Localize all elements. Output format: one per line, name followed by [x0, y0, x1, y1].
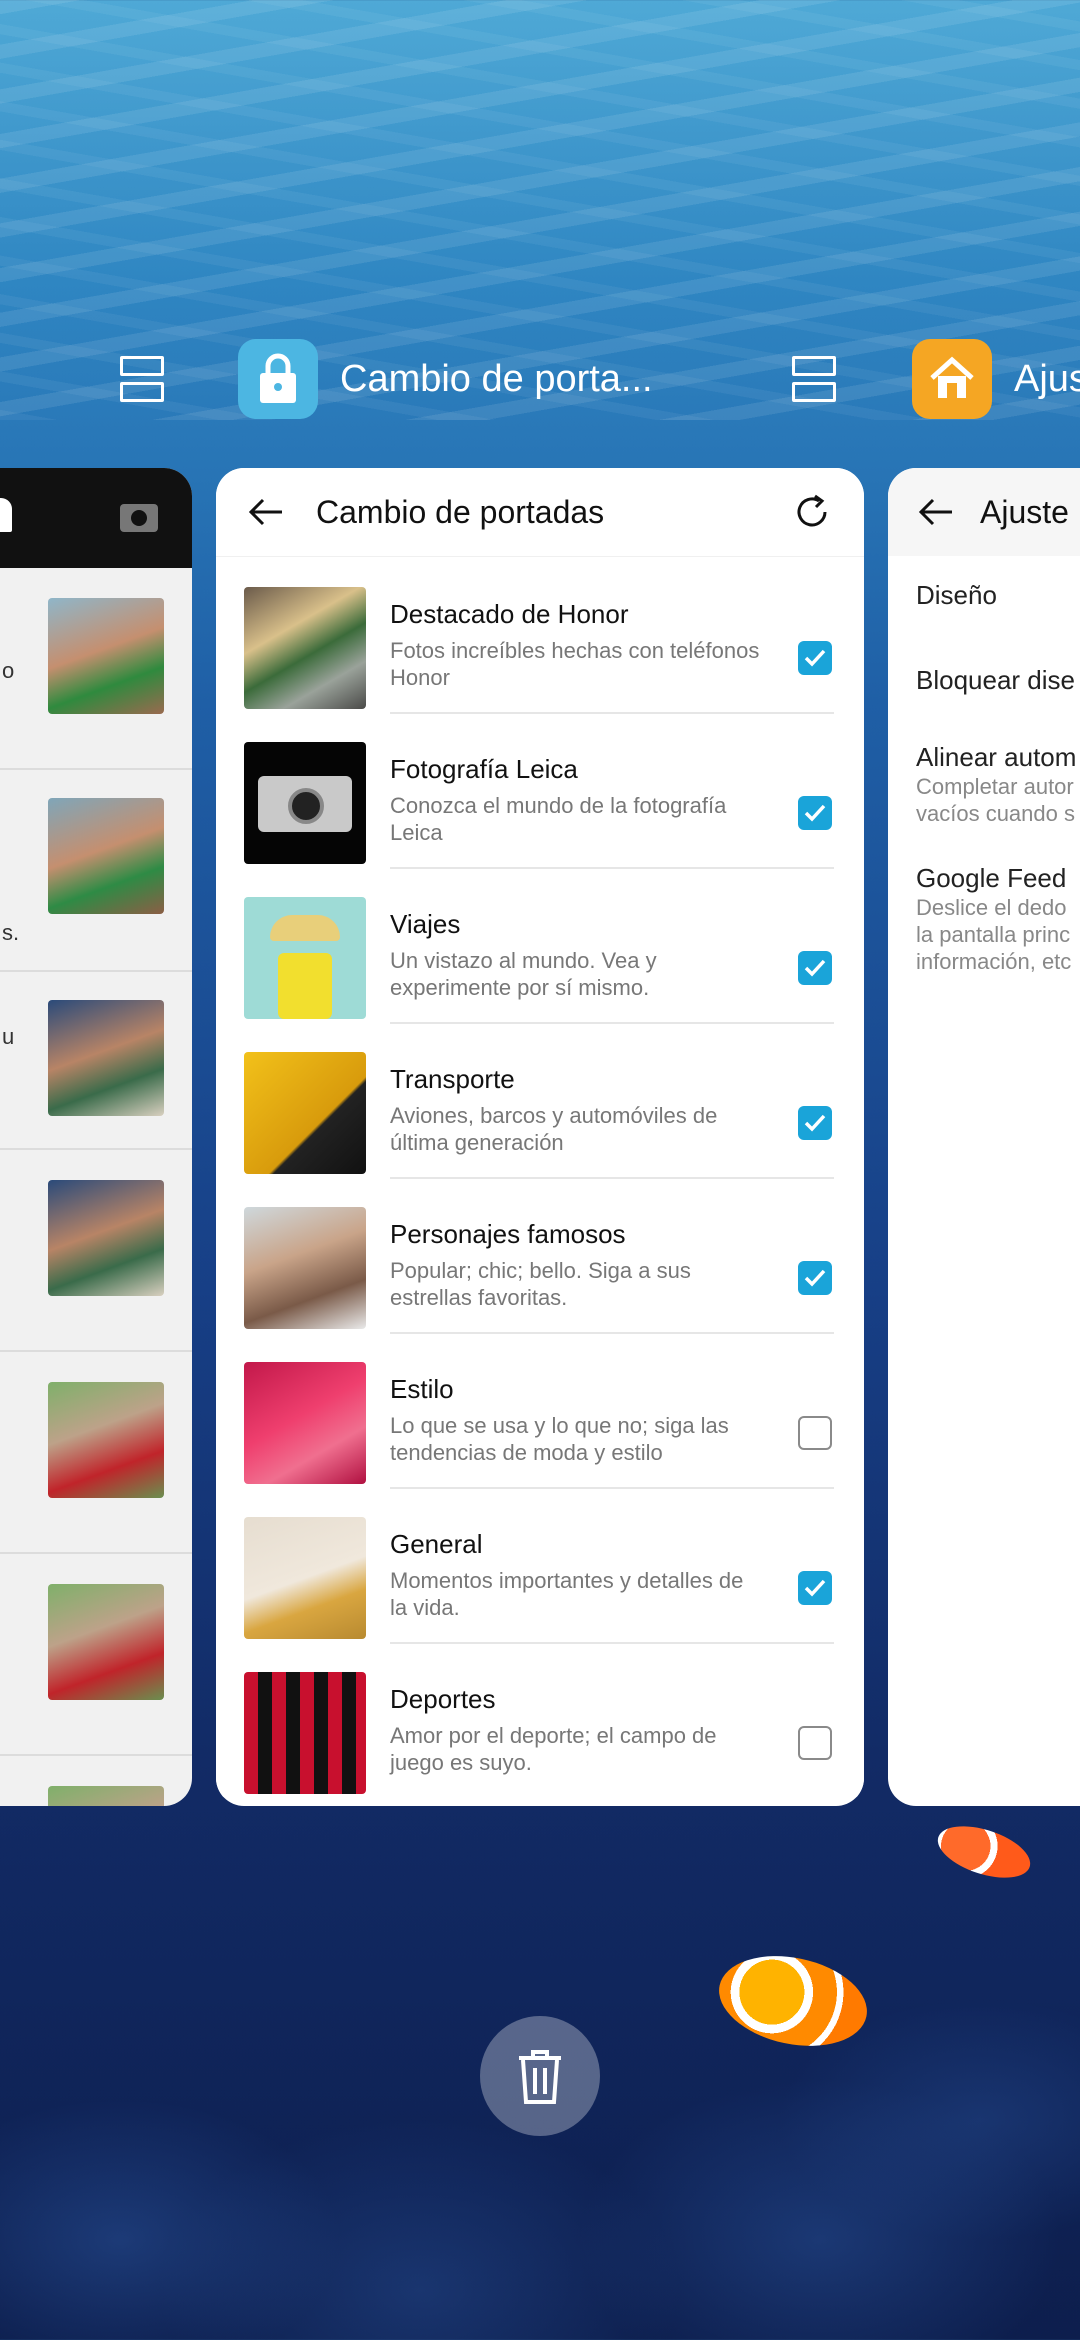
photo-thumbnail[interactable]: [48, 1000, 164, 1116]
app-toolbar: Ajuste: [888, 468, 1080, 556]
trash-icon: [519, 2050, 561, 2104]
arrow-left-icon[interactable]: [918, 497, 954, 527]
category-image: [244, 897, 366, 1019]
category-checkbox[interactable]: [798, 1106, 832, 1140]
category-title: Estilo: [390, 1374, 454, 1404]
category-title: Fotografía Leica: [390, 754, 578, 784]
recent-app-header-main[interactable]: Cambio de porta...: [238, 336, 653, 422]
page-title: Cambio de portadas: [316, 493, 605, 530]
home-icon: [912, 339, 992, 419]
settings-item-title: Google Feed: [916, 863, 1067, 893]
list-item[interactable]: Destacado de Honor Fotos increíbles hech…: [216, 557, 864, 714]
category-description: Momentos importantes y detalles de la vi…: [390, 1568, 744, 1620]
list-item[interactable]: s.: [0, 770, 192, 972]
category-title: General: [390, 1529, 483, 1559]
category-image: [244, 1672, 366, 1794]
category-checkbox[interactable]: [798, 1571, 832, 1605]
recent-app-title: Cambio de porta...: [340, 357, 653, 400]
category-description: Popular; chic; bello. Siga a sus estrell…: [390, 1258, 691, 1310]
left-card-toolbar: [0, 468, 192, 568]
settings-item[interactable]: Bloquear dise: [888, 665, 1080, 696]
category-title: Deportes: [390, 1684, 496, 1714]
settings-item-title: Diseño: [916, 580, 997, 610]
photo-thumbnail[interactable]: [48, 1180, 164, 1296]
category-title: Viajes: [390, 909, 461, 939]
truncated-text: s.: [2, 920, 20, 945]
category-checkbox[interactable]: [798, 796, 832, 830]
category-title: Destacado de Honor: [390, 599, 629, 629]
category-checkbox[interactable]: [798, 1261, 832, 1295]
arrow-left-icon: [248, 498, 282, 526]
settings-item[interactable]: Diseño: [888, 580, 1080, 611]
category-title: Transporte: [390, 1064, 515, 1094]
photo-thumbnail[interactable]: [48, 1786, 164, 1806]
list-item[interactable]: General Momentos importantes y detalles …: [216, 1487, 864, 1644]
photo-thumbnail[interactable]: [48, 598, 164, 714]
photo-thumbnail[interactable]: [48, 1584, 164, 1700]
category-checkbox[interactable]: [798, 1726, 832, 1760]
bell-icon[interactable]: [0, 498, 12, 532]
category-description: Un vistazo al mundo. Vea y experimente p…: [390, 948, 657, 1000]
cover-category-list: Destacado de Honor Fotos increíbles hech…: [216, 557, 864, 1797]
list-item[interactable]: Fotografía Leica Conozca el mundo de la …: [216, 712, 864, 869]
list-item[interactable]: Estilo Lo que se usa y lo que no; siga l…: [216, 1332, 864, 1489]
settings-item-desc: Deslice el dedo la pantalla princ inform…: [916, 895, 1072, 974]
page-title: Ajuste: [980, 493, 1069, 530]
list-item[interactable]: Personajes famosos Popular; chic; bello.…: [216, 1177, 864, 1334]
recent-app-title: Ajus: [1014, 357, 1080, 400]
back-button[interactable]: [246, 492, 286, 532]
category-image: [244, 587, 366, 709]
category-image: [244, 1052, 366, 1174]
list-item[interactable]: o: [0, 568, 192, 770]
refresh-button[interactable]: [790, 490, 834, 534]
list-item[interactable]: Deportes Amor por el deporte; el campo d…: [216, 1642, 864, 1797]
list-item[interactable]: Transporte Aviones, barcos y automóviles…: [216, 1022, 864, 1179]
category-description: Amor por el deporte; el campo de juego e…: [390, 1723, 717, 1775]
recent-card-ajustes[interactable]: Ajuste Diseño Bloquear dise Alinear auto…: [888, 468, 1080, 1806]
settings-item[interactable]: Alinear autom Completar autor vacíos cua…: [888, 742, 1080, 827]
list-item[interactable]: [0, 1554, 192, 1756]
category-image: [244, 1362, 366, 1484]
list-item[interactable]: Viajes Un vistazo al mundo. Vea y experi…: [216, 867, 864, 1024]
category-description: Lo que se usa y lo que no; siga las tend…: [390, 1413, 729, 1465]
category-checkbox[interactable]: [798, 951, 832, 985]
category-description: Aviones, barcos y automóviles de última …: [390, 1103, 718, 1155]
settings-item[interactable]: Google Feed Deslice el dedo la pantalla …: [888, 863, 1080, 975]
split-screen-icon[interactable]: [120, 356, 164, 402]
category-title: Personajes famosos: [390, 1219, 626, 1249]
recent-card-left[interactable]: o s. u: [0, 468, 192, 1806]
photo-thumbnail[interactable]: [48, 798, 164, 914]
list-item[interactable]: [0, 1352, 192, 1554]
list-item[interactable]: [0, 1150, 192, 1352]
truncated-text: u: [2, 1024, 15, 1049]
camera-icon[interactable]: [120, 504, 158, 532]
category-checkbox[interactable]: [798, 641, 832, 675]
category-description: Fotos increíbles hechas con teléfonos Ho…: [390, 638, 760, 690]
category-image: [244, 742, 366, 864]
app-toolbar: Cambio de portadas: [216, 468, 864, 557]
list-item[interactable]: [0, 1756, 192, 1806]
settings-item-title: Alinear autom: [916, 742, 1077, 772]
recent-app-header-right[interactable]: Ajus: [912, 336, 1080, 422]
truncated-text: o: [2, 658, 15, 683]
category-image: [244, 1517, 366, 1639]
lock-icon: [238, 339, 318, 419]
list-item[interactable]: u: [0, 972, 192, 1150]
category-checkbox[interactable]: [798, 1416, 832, 1450]
photo-thumbnail[interactable]: [48, 1382, 164, 1498]
settings-item-title: Bloquear dise: [916, 665, 1075, 695]
refresh-icon: [797, 494, 827, 527]
clear-all-button[interactable]: [480, 2016, 600, 2136]
settings-item-desc: Completar autor vacíos cuando s: [916, 774, 1075, 826]
category-image: [244, 1207, 366, 1329]
split-screen-icon[interactable]: [792, 356, 836, 402]
recent-card-cambio-de-portadas[interactable]: Cambio de portadas Destacado de Honor Fo…: [216, 468, 864, 1806]
category-description: Conozca el mundo de la fotografía Leica: [390, 793, 727, 845]
